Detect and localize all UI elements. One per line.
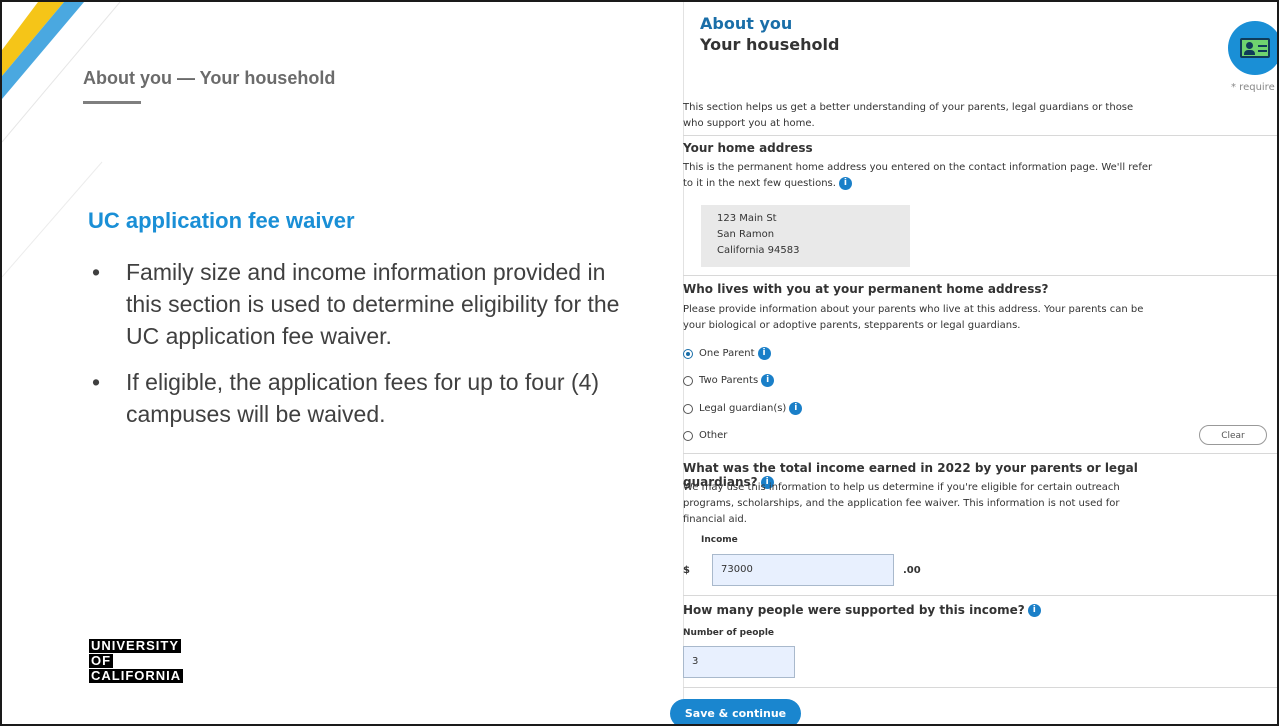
- home-address-text: This is the permanent home address you e…: [683, 162, 1153, 190]
- university-logo: UNIVERSITY OF CALIFORNIA: [89, 638, 184, 684]
- radio-button[interactable]: [683, 348, 693, 359]
- home-address-heading: Your home address: [683, 141, 813, 155]
- info-icon[interactable]: i: [1027, 604, 1041, 617]
- slide-title: About you — Your household: [83, 68, 336, 88]
- form-subsection-title: Your household: [700, 35, 840, 54]
- bullet-dot: •: [92, 369, 101, 395]
- divider: [683, 687, 1277, 688]
- currency-symbol: $: [683, 565, 690, 576]
- radio-label: One Parent: [699, 348, 755, 359]
- intro-text: This section helps us get a better under…: [683, 102, 1134, 129]
- people-label: Number of people: [683, 628, 775, 638]
- clear-button[interactable]: Clear: [1199, 425, 1267, 445]
- address-line: 123 Main St: [717, 213, 777, 224]
- address-line: California 94583: [717, 245, 800, 256]
- income-label: Income: [701, 535, 738, 545]
- radio-legal-guardians[interactable]: Legal guardian(s) i: [683, 402, 803, 415]
- bullet-text: If eligible, the application fees for up…: [126, 369, 600, 427]
- info-icon[interactable]: i: [838, 176, 852, 190]
- divider: [683, 275, 1277, 276]
- radio-one-parent[interactable]: One Parent i: [683, 347, 771, 360]
- radio-button[interactable]: [683, 403, 693, 414]
- info-icon[interactable]: i: [789, 402, 803, 415]
- radio-button[interactable]: [683, 375, 693, 386]
- income-help: We may use this information to help us d…: [683, 482, 1120, 525]
- divider: [683, 135, 1277, 136]
- application-form-panel: About you Your household * require This …: [670, 2, 1277, 724]
- title-underline: [83, 101, 141, 104]
- who-lives-help: Please provide information about your pa…: [683, 304, 1144, 331]
- people-question: How many people were supported by this i…: [683, 603, 1041, 617]
- save-continue-button[interactable]: Save & continue: [670, 699, 801, 724]
- radio-label: Other: [699, 430, 728, 441]
- bullet-text: Family size and income information provi…: [126, 259, 620, 349]
- presentation-slide: About you — Your household UC applicatio…: [0, 0, 1279, 726]
- income-input[interactable]: 73000: [712, 554, 894, 586]
- logo-line: OF: [89, 653, 114, 668]
- home-address-box: 123 Main St San Ramon California 94583: [701, 205, 910, 267]
- divider: [683, 453, 1277, 454]
- required-note: * require: [1231, 82, 1275, 93]
- people-input[interactable]: 3: [683, 646, 795, 678]
- logo-line: UNIVERSITY: [89, 638, 182, 653]
- info-icon[interactable]: i: [757, 347, 771, 360]
- bullet-item: • If eligible, the application fees for u…: [86, 366, 646, 430]
- form-section-title: About you: [700, 14, 793, 33]
- bullets-heading: UC application fee waiver: [88, 208, 355, 233]
- address-line: San Ramon: [717, 229, 775, 240]
- radio-label: Legal guardian(s): [699, 403, 787, 414]
- radio-button[interactable]: [683, 430, 693, 441]
- info-icon[interactable]: i: [761, 374, 775, 387]
- logo-line: CALIFORNIA: [89, 668, 184, 683]
- radio-label: Two Parents: [699, 375, 759, 386]
- income-cents: .00: [903, 565, 921, 576]
- bullet-list: • Family size and income information prov…: [86, 256, 646, 444]
- bullet-dot: •: [92, 259, 101, 285]
- who-lives-question: Who lives with you at your permanent hom…: [683, 282, 1049, 296]
- bullet-item: • Family size and income information prov…: [86, 256, 646, 352]
- divider: [683, 595, 1277, 596]
- radio-other[interactable]: Other: [683, 430, 727, 441]
- id-card-icon: [1228, 21, 1277, 75]
- radio-two-parents[interactable]: Two Parents i: [683, 374, 775, 387]
